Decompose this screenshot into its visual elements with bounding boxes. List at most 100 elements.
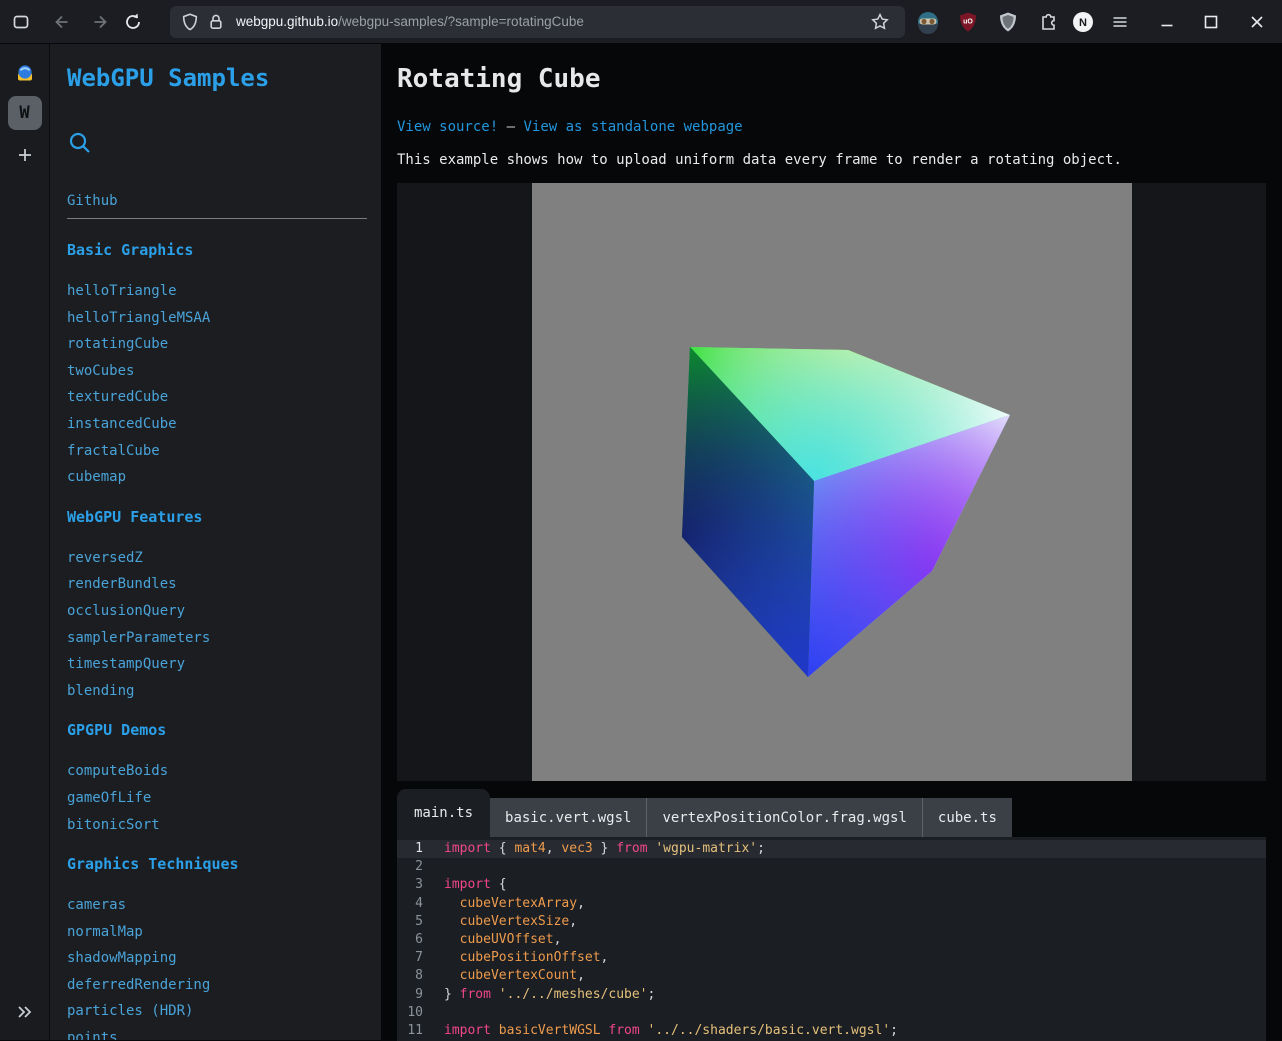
code-editor[interactable]: 1import { mat4, vec3 } from 'wgpu-matrix… bbox=[397, 837, 1266, 1041]
sample-link-renderBundles[interactable]: renderBundles bbox=[67, 576, 367, 603]
sample-link-helloTriangle[interactable]: helloTriangle bbox=[67, 283, 367, 310]
line-number: 10 bbox=[397, 1004, 423, 1022]
url-bar[interactable]: webgpu.github.io/webgpu-samples/?sample=… bbox=[170, 6, 905, 38]
code-tab-cube-ts[interactable]: cube.ts bbox=[922, 798, 1012, 837]
line-number: 7 bbox=[397, 949, 423, 967]
sample-link-cameras[interactable]: cameras bbox=[67, 897, 367, 924]
line-number: 3 bbox=[397, 876, 423, 894]
sample-description: This example shows how to upload uniform… bbox=[397, 152, 1266, 169]
minimize-button[interactable] bbox=[1150, 5, 1184, 39]
webgpu-favicon: W bbox=[19, 103, 29, 123]
line-number: 6 bbox=[397, 931, 423, 949]
menu-button[interactable] bbox=[1105, 7, 1135, 37]
sample-section: GPGPU Demos computeBoidsgameOfLifebitonic… bbox=[67, 721, 367, 843]
sample-link-rotatingCube[interactable]: rotatingCube bbox=[67, 336, 367, 363]
puzzle-piece-icon bbox=[1037, 11, 1059, 33]
sample-link-twoCubes[interactable]: twoCubes bbox=[67, 363, 367, 390]
close-button[interactable] bbox=[1240, 5, 1274, 39]
expand-sidebar-button[interactable] bbox=[14, 1001, 36, 1026]
pinned-tab-favicon bbox=[16, 64, 34, 82]
section-list: reversedZrenderBundlesocclusionQuerysamp… bbox=[67, 550, 367, 710]
code-line: 6 cubeUVOffset, bbox=[397, 931, 1266, 949]
sample-link-reversedZ[interactable]: reversedZ bbox=[67, 550, 367, 577]
view-source-link[interactable]: View source! bbox=[397, 119, 498, 135]
extension-goggles-button[interactable] bbox=[913, 7, 943, 37]
sample-link-points[interactable]: points bbox=[67, 1030, 367, 1040]
code-line: 2 bbox=[397, 858, 1266, 876]
sample-link-timestampQuery[interactable]: timestampQuery bbox=[67, 656, 367, 683]
sample-link-blending[interactable]: blending bbox=[67, 683, 367, 710]
url-text[interactable]: webgpu.github.io/webgpu-samples/?sample=… bbox=[236, 14, 865, 29]
sample-link-deferredRendering[interactable]: deferredRendering bbox=[67, 977, 367, 1004]
line-number: 4 bbox=[397, 895, 423, 913]
sample-page: Rotating Cube View source! — View as sta… bbox=[381, 44, 1282, 1040]
reload-icon bbox=[123, 12, 143, 32]
code-tab-vertexPositionColor-frag-wgsl[interactable]: vertexPositionColor.frag.wgsl bbox=[646, 798, 921, 837]
active-tab-button[interactable]: W bbox=[8, 96, 42, 130]
standalone-link[interactable]: View as standalone webpage bbox=[523, 119, 742, 135]
plus-icon bbox=[16, 146, 34, 164]
url-host: webgpu.github.io bbox=[236, 14, 338, 29]
code-tab-basic-vert-wgsl[interactable]: basic.vert.wgsl bbox=[490, 798, 646, 837]
section-title: Graphics Techniques bbox=[67, 855, 367, 873]
line-number: 5 bbox=[397, 913, 423, 931]
pinned-tab-favicon-button[interactable] bbox=[8, 56, 42, 90]
sample-link-computeBoids[interactable]: computeBoids bbox=[67, 763, 367, 790]
extension-n-button[interactable]: N bbox=[1068, 7, 1098, 37]
back-button[interactable] bbox=[46, 7, 76, 37]
sample-link-occlusionQuery[interactable]: occlusionQuery bbox=[67, 603, 367, 630]
section-list: camerasnormalMapshadowMappingdeferredRen… bbox=[67, 897, 367, 1040]
maximize-icon bbox=[1201, 12, 1221, 32]
code-text: import basicVertWGSL from '../../shaders… bbox=[444, 1022, 898, 1040]
github-link[interactable]: Github bbox=[67, 193, 367, 210]
sample-section: WebGPU FeaturesreversedZrenderBundlesocc… bbox=[67, 508, 367, 710]
divider bbox=[67, 218, 367, 219]
sample-link-fractalCube[interactable]: fractalCube bbox=[67, 443, 367, 470]
site-title: WebGPU Samples bbox=[67, 64, 367, 92]
search-button[interactable] bbox=[67, 130, 93, 159]
reload-button[interactable] bbox=[118, 7, 148, 37]
forward-button[interactable] bbox=[86, 7, 116, 37]
code-text: import { bbox=[444, 876, 507, 894]
extension-ublock-button[interactable]: uO bbox=[953, 7, 983, 37]
sample-link-bitonicSort[interactable]: bitonicSort bbox=[67, 817, 367, 844]
sample-link-normalMap[interactable]: normalMap bbox=[67, 924, 367, 951]
sample-link-cubemap[interactable]: cubemap bbox=[67, 469, 367, 496]
code-line: 4 cubeVertexArray, bbox=[397, 895, 1266, 913]
new-tab-button[interactable] bbox=[8, 138, 42, 172]
sample-link-particles-HDR-[interactable]: particles (HDR) bbox=[67, 1003, 367, 1030]
section-title: GPGPU Demos bbox=[67, 721, 367, 739]
section-list: computeBoidsgameOfLifebitonicSort bbox=[67, 763, 367, 843]
n-extension-icon: N bbox=[1071, 10, 1095, 34]
extensions-puzzle-button[interactable] bbox=[1033, 7, 1063, 37]
section-title: Basic Graphics bbox=[67, 241, 367, 259]
code-tabs: main.tsbasic.vert.wgslvertexPositionColo… bbox=[397, 781, 1266, 837]
sample-links: View source! — View as standalone webpag… bbox=[397, 119, 1266, 136]
sample-link-shadowMapping[interactable]: shadowMapping bbox=[67, 950, 367, 977]
sample-link-gameOfLife[interactable]: gameOfLife bbox=[67, 790, 367, 817]
sample-link-instancedCube[interactable]: instancedCube bbox=[67, 416, 367, 443]
line-number: 9 bbox=[397, 986, 423, 1004]
sample-link-texturedCube[interactable]: texturedCube bbox=[67, 389, 367, 416]
extension-shield-button[interactable] bbox=[993, 7, 1023, 37]
browser-toolbar: webgpu.github.io/webgpu-samples/?sample=… bbox=[0, 0, 1282, 44]
forward-arrow-icon bbox=[91, 12, 111, 32]
canvas-panel bbox=[397, 183, 1266, 781]
code-text: cubeUVOffset, bbox=[444, 931, 561, 949]
sample-link-samplerParameters[interactable]: samplerParameters bbox=[67, 630, 367, 657]
svg-text:uO: uO bbox=[963, 18, 973, 25]
code-text: cubeVertexCount, bbox=[444, 967, 585, 985]
code-line: 1import { mat4, vec3 } from 'wgpu-matrix… bbox=[397, 840, 1266, 858]
section-list: helloTrianglehelloTriangleMSAArotatingCu… bbox=[67, 283, 367, 496]
code-text: import { mat4, vec3 } from 'wgpu-matrix'… bbox=[444, 840, 765, 858]
line-number: 2 bbox=[397, 858, 423, 876]
code-tab-main-ts[interactable]: main.ts bbox=[397, 789, 490, 837]
sample-link-helloTriangleMSAA[interactable]: helloTriangleMSAA bbox=[67, 310, 367, 337]
url-path: /webgpu-samples/?sample=rotatingCube bbox=[338, 14, 584, 29]
maximize-button[interactable] bbox=[1194, 5, 1228, 39]
code-text: cubePositionOffset, bbox=[444, 949, 608, 967]
hamburger-icon bbox=[1110, 12, 1130, 32]
code-text: cubeVertexArray, bbox=[444, 895, 585, 913]
bookmark-star-button[interactable] bbox=[865, 7, 895, 37]
tab-overview-button[interactable] bbox=[6, 7, 36, 37]
